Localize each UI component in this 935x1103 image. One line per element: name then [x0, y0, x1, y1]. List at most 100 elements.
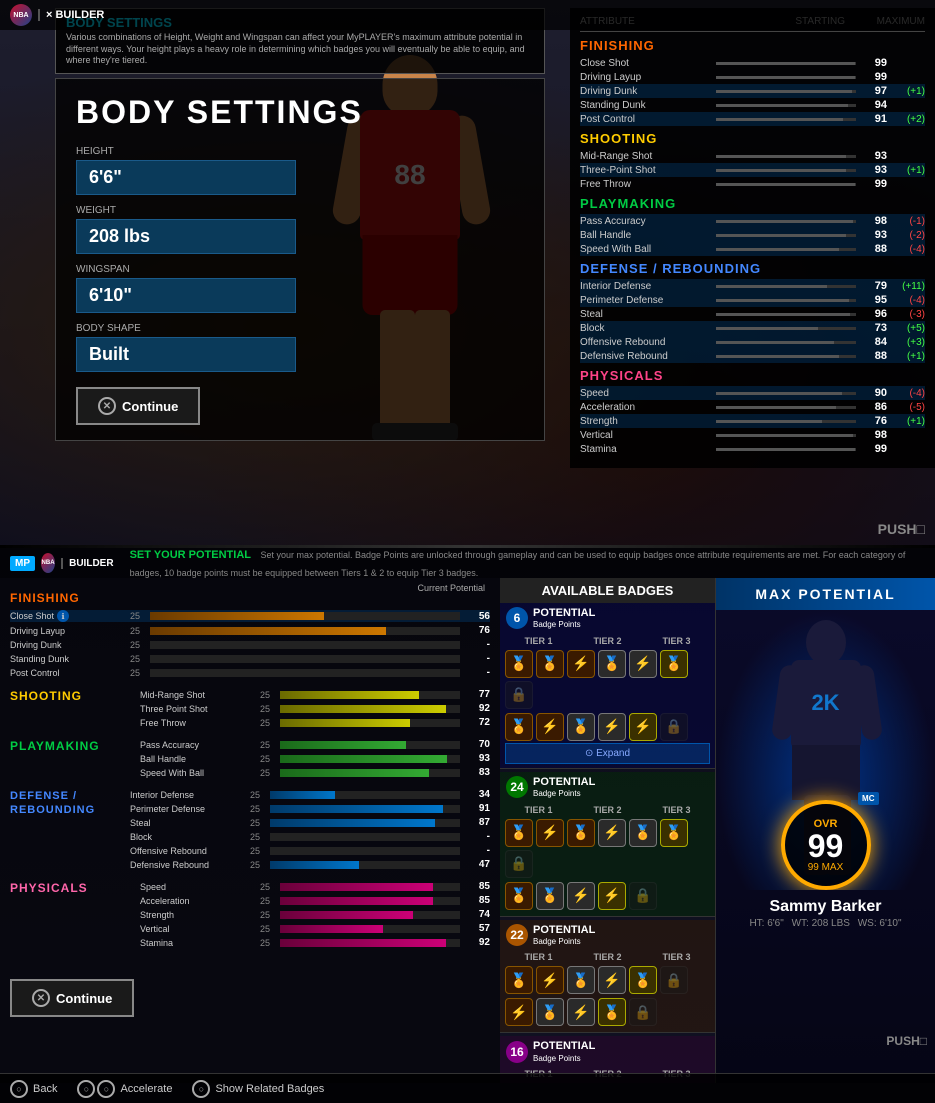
attr-row-driving-dunk: Driving Dunk 97 (+1): [580, 84, 925, 98]
def-rebound-label: Defensive Rebound: [580, 351, 710, 362]
ball-handle-bonus: (-2): [890, 230, 925, 241]
attr-row-strength: Strength 76 (+1): [580, 414, 925, 428]
accelerate-button[interactable]: ○ ○ Accelerate: [77, 1080, 172, 1098]
attr-row-off-rebound: Offensive Rebound 84 (+3): [580, 335, 925, 349]
top-continue-button[interactable]: ✕ Continue: [76, 387, 200, 425]
tier-6-labels: TIER 1 TIER 2 TIER 3: [500, 634, 715, 648]
badge-icon: ⚡: [598, 819, 626, 847]
badge-icon: 🏅: [598, 998, 626, 1026]
height-label: HEIGHT: [76, 146, 524, 157]
attr-row-steal: Steal 96 (-3): [580, 307, 925, 321]
badge-icon: 🏅: [505, 650, 533, 678]
available-badges-panel: AVAILABLE BADGES 6 POTENTIALBadge Points…: [500, 578, 715, 1083]
interior-def-skill-bar: [270, 791, 460, 799]
back-circle-icon: ○: [10, 1080, 28, 1098]
weight-value[interactable]: 208 lbs: [76, 219, 296, 254]
back-label: Back: [33, 1083, 57, 1095]
badge-icon: ⚡: [567, 882, 595, 910]
post-control-value: 91: [862, 113, 887, 125]
off-rebound-bonus: (+3): [890, 337, 925, 348]
standing-dunk-skill-bar: [150, 655, 460, 663]
close-shot-bar: [716, 62, 856, 65]
steal-bonus: (-3): [890, 309, 925, 320]
midrange-value: 93: [862, 150, 887, 162]
attr-row-block: Block 73 (+5): [580, 321, 925, 335]
mc-badge: MC: [858, 792, 878, 805]
three-point-bar: [716, 169, 856, 172]
badge-icon: ⚡: [536, 713, 564, 741]
player-ht: HT: 6'6": [749, 918, 783, 929]
block-value: 73: [862, 322, 887, 334]
badge-icon: 🔒: [505, 681, 533, 709]
attr-row-post-control: Post Control 91 (+2): [580, 112, 925, 126]
attr-row-speed: Speed 90 (-4): [580, 386, 925, 400]
tier-24-circle: 24: [506, 776, 528, 798]
badge-icon: ⚡: [505, 998, 533, 1026]
weight-field-group: WEIGHT 208 lbs: [76, 205, 524, 254]
steal-label: Steal: [580, 309, 710, 320]
show-badges-label: Show Related Badges: [215, 1083, 324, 1095]
max-potential-panel: MAX POTENTIAL 2K OVR 99 99 MAX MC: [715, 578, 935, 1083]
top-header-bar: NBA × BUILDER: [0, 0, 935, 30]
three-point-skill-bar: [280, 705, 460, 713]
midrange-skill-bar: [280, 691, 460, 699]
skill-row-midrange: Mid-Range Shot 25 77: [140, 689, 490, 700]
attr-row-close-shot: Close Shot 99: [580, 56, 925, 70]
expand-button[interactable]: ⊙ Expand: [505, 743, 710, 764]
interior-defense-bar: [716, 285, 856, 288]
bottom-builder-logo: BUILDER: [61, 558, 113, 569]
back-button[interactable]: ○ Back: [10, 1080, 57, 1098]
pass-accuracy-skill-bar: [280, 741, 460, 749]
vertical-bar: [716, 434, 856, 437]
acceleration-value: 86: [862, 401, 887, 413]
skill-row-vertical-skill: Vertical 25 57: [140, 923, 490, 934]
perimeter-defense-label: Perimeter Defense: [580, 295, 710, 306]
accelerate-label: Accelerate: [120, 1083, 172, 1095]
perimeter-defense-bar: [716, 299, 856, 302]
acceleration-label: Acceleration: [580, 402, 710, 413]
tier1-label-a: TIER 1: [505, 636, 572, 646]
body-shape-field-group: BODY SHAPE Built: [76, 323, 524, 372]
vertical-label: Vertical: [580, 430, 710, 441]
shooting-cat-section: SHOOTING Mid-Range Shot 25 77 Three: [0, 689, 500, 739]
tier2-label-a: TIER 2: [574, 636, 641, 646]
speed-skill-bar: [280, 883, 460, 891]
strength-skill-bar: [280, 911, 460, 919]
attr-row-ball-handle: Ball Handle 93 (-2): [580, 228, 925, 242]
badge-icon: 🏅: [505, 882, 533, 910]
bottom-continue-button[interactable]: ✕ Continue: [10, 979, 134, 1017]
skill-row-standing-dunk: Standing Dunk 25 -: [10, 653, 490, 664]
driving-dunk-label: Driving Dunk: [580, 86, 710, 97]
badge-icon: ⚡: [598, 882, 626, 910]
perimeter-defense-bonus: (-4): [890, 295, 925, 306]
badges-header: AVAILABLE BADGES: [500, 578, 715, 603]
pass-accuracy-bar: [716, 220, 856, 223]
skill-row-three-point-skill: Three Point Shot 25 92: [140, 703, 490, 714]
body-shape-value[interactable]: Built: [76, 337, 296, 372]
top-half: NBA × BUILDER BODY SETTINGS Various comb…: [0, 0, 935, 545]
badge-icon: ⚡: [536, 966, 564, 994]
free-throw-skill-bar: [280, 719, 460, 727]
tier-6-circle: 6: [506, 607, 528, 629]
playmaking-section-title: PLAYMAKING: [580, 196, 925, 211]
bottom-x-icon: ✕: [32, 989, 50, 1007]
def-reb-skill-bar: [270, 861, 460, 869]
shooting-section: SHOOTING Mid-Range Shot 93 Three-Point S…: [580, 131, 925, 191]
def-rebound-bar: [716, 355, 856, 358]
height-value[interactable]: 6'6": [76, 160, 296, 195]
midrange-bar: [716, 155, 856, 158]
wingspan-value[interactable]: 6'10": [76, 278, 296, 313]
skill-row-driving-dunk: Driving Dunk 25 -: [10, 639, 490, 650]
max-player-area: 2K OVR 99 99 MAX MC: [716, 610, 935, 890]
badge-icon: 🏅: [536, 650, 564, 678]
driving-layup-skill-bar: [150, 627, 460, 635]
strength-bar: [716, 420, 856, 423]
badge-icon: 🏅: [660, 650, 688, 678]
block-skill-bar: [270, 833, 460, 841]
badge-tier-6-block: 6 POTENTIALBadge Points TIER 1 TIER 2 TI…: [500, 603, 715, 769]
wingspan-label: WINGSPAN: [76, 264, 524, 275]
attr-row-free-throw: Free Throw 99: [580, 177, 925, 191]
show-badges-button[interactable]: ○ Show Related Badges: [192, 1080, 324, 1098]
defense-section: DEFENSE / REBOUNDING Interior Defense 79…: [580, 261, 925, 363]
tier-6-label: POTENTIALBadge Points: [533, 607, 595, 630]
